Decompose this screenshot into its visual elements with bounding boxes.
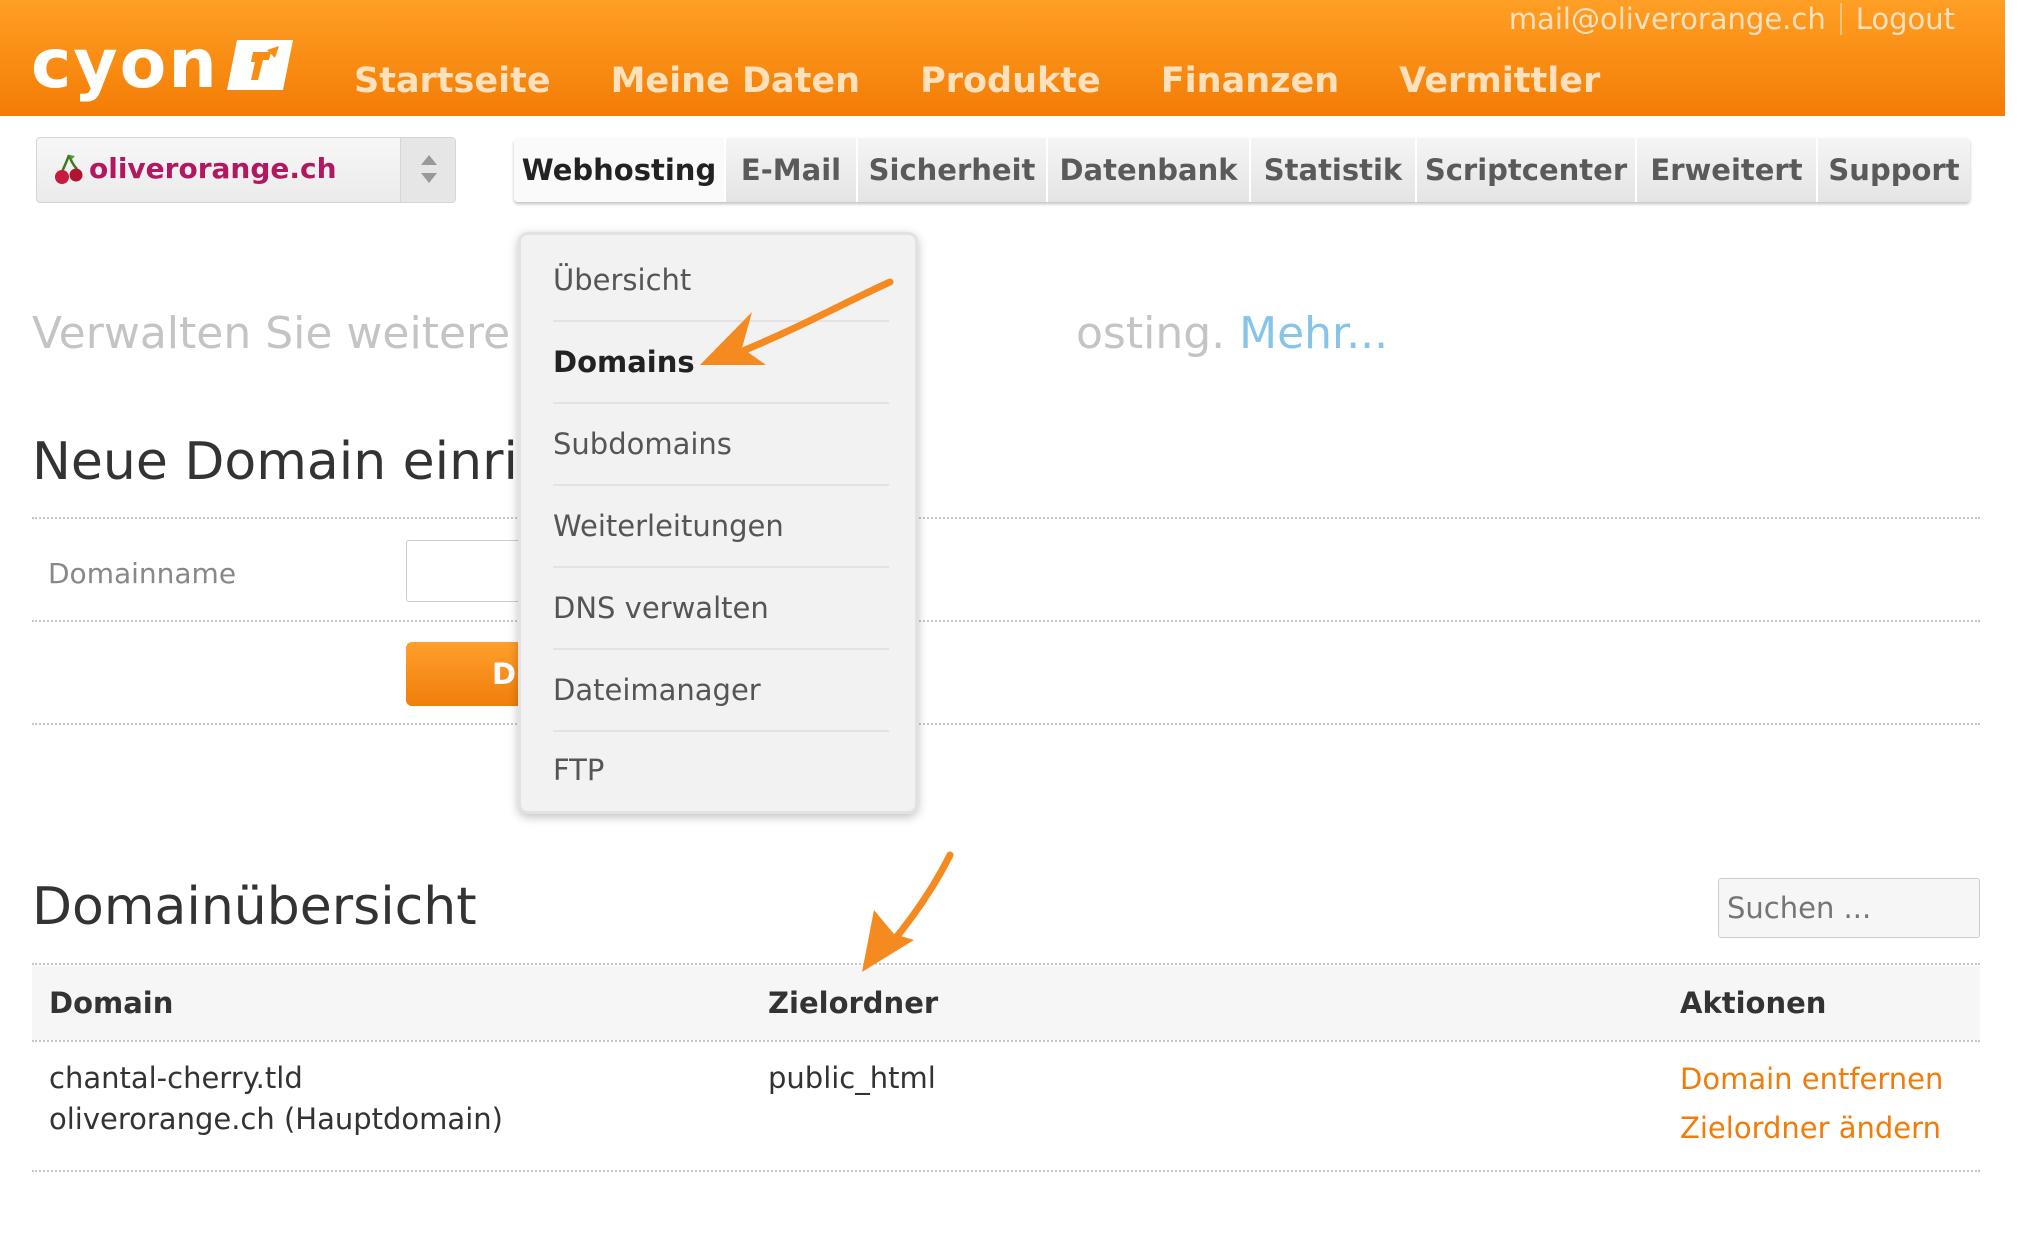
column-header-aktionen: Aktionen [1680,986,1827,1020]
remove-domain-link[interactable]: Domain entfernen [1680,1062,1943,1096]
section-tabs: Webhosting E-Mail Sicherheit Datenbank S… [514,138,1970,202]
menu-item-subdomains[interactable]: Subdomains [553,404,889,486]
add-domain-button[interactable]: D [406,642,526,706]
nav-vermittler[interactable]: Vermittler [1399,56,1600,106]
account-links: mail@oliverorange.ch Logout [1509,2,1955,36]
select-stepper[interactable] [400,138,455,202]
divider [32,963,1980,965]
divider [32,517,1980,519]
domain-select[interactable]: oliverorange.ch [36,137,456,203]
nav-meine-daten[interactable]: Meine Daten [611,56,860,106]
change-folder-link[interactable]: Zielordner ändern [1680,1111,1941,1145]
chevron-up-icon [421,155,437,165]
menu-item-ftp[interactable]: FTP [553,730,889,810]
cherry-icon [55,154,83,184]
more-link[interactable]: Mehr... [1239,308,1388,359]
user-email-link[interactable]: mail@oliverorange.ch [1509,2,1826,36]
table-header: Domain Zielordner Aktionen [32,966,1980,1040]
intro-text: Verwalten Sie weitere D osting. Mehr... [32,308,1388,359]
tab-support[interactable]: Support [1818,138,1970,202]
domainname-input[interactable] [406,540,526,602]
search-input[interactable] [1718,878,1980,938]
menu-item-dateimanager[interactable]: Dateimanager [553,650,889,732]
intro-text-end: osting. Mehr... [1076,308,1388,359]
new-domain-title: Neue Domain einrich [32,432,580,492]
tab-erweitert[interactable]: Erweitert [1637,138,1818,202]
logout-link[interactable]: Logout [1856,2,1955,36]
intro-text-start: Verwalten Sie weitere D [32,308,559,359]
tab-scriptcenter[interactable]: Scriptcenter [1417,138,1637,202]
menu-item-weiterleitungen[interactable]: Weiterleitungen [553,486,889,568]
overview-title: Domainübersicht [32,877,477,937]
menu-item-dns-verwalten[interactable]: DNS verwalten [553,568,889,650]
row-domain: chantal-cherry.tld [49,1061,303,1095]
nav-startseite[interactable]: Startseite [354,56,551,106]
annotation-arrow-icon [700,278,894,365]
tab-email[interactable]: E-Mail [726,138,858,202]
annotation-arrow-icon [862,851,954,972]
chevron-down-icon [421,173,437,183]
domainname-label: Domainname [48,557,237,590]
tab-statistik[interactable]: Statistik [1251,138,1417,202]
tab-sicherheit[interactable]: Sicherheit [858,138,1048,202]
column-header-zielordner[interactable]: Zielordner [768,986,938,1020]
top-header: cyon Startseite Meine Daten Produkte Fin… [0,0,2005,116]
main-nav: Startseite Meine Daten Produkte Finanzen… [354,56,1660,106]
row-folder: public_html [768,1061,936,1095]
divider [32,723,1980,725]
divider [32,620,1980,622]
separator [1839,3,1842,35]
nav-produkte[interactable]: Produkte [920,56,1101,106]
nav-finanzen[interactable]: Finanzen [1161,56,1339,106]
intro-text-tail: osting. [1076,308,1226,359]
cyon-logo[interactable]: cyon [31,30,293,100]
tab-datenbank[interactable]: Datenbank [1048,138,1251,202]
logo-text: cyon [31,25,219,104]
tab-webhosting[interactable]: Webhosting [514,138,726,202]
selected-domain: oliverorange.ch [89,152,337,185]
divider [32,1040,1980,1042]
logo-mark-icon [226,40,293,90]
row-domain: oliverorange.ch (Hauptdomain) [49,1102,503,1136]
divider [32,1170,1980,1172]
column-header-domain[interactable]: Domain [49,986,173,1020]
